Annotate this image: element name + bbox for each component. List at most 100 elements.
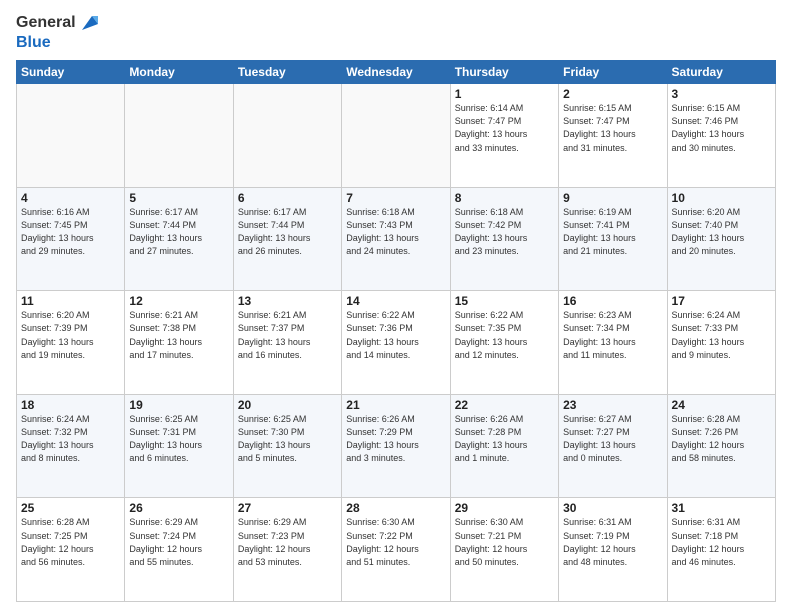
calendar-week-2: 4Sunrise: 6:16 AM Sunset: 7:45 PM Daylig…	[17, 187, 776, 291]
day-number: 22	[455, 398, 554, 412]
calendar-header-monday: Monday	[125, 61, 233, 84]
day-number: 14	[346, 294, 445, 308]
calendar-cell: 29Sunrise: 6:30 AM Sunset: 7:21 PM Dayli…	[450, 498, 558, 602]
day-info: Sunrise: 6:26 AM Sunset: 7:28 PM Dayligh…	[455, 413, 554, 465]
day-info: Sunrise: 6:22 AM Sunset: 7:35 PM Dayligh…	[455, 309, 554, 361]
day-number: 26	[129, 501, 228, 515]
calendar-header-sunday: Sunday	[17, 61, 125, 84]
day-number: 20	[238, 398, 337, 412]
logo-text: General Blue	[16, 12, 100, 52]
day-info: Sunrise: 6:25 AM Sunset: 7:30 PM Dayligh…	[238, 413, 337, 465]
calendar-cell: 26Sunrise: 6:29 AM Sunset: 7:24 PM Dayli…	[125, 498, 233, 602]
day-info: Sunrise: 6:29 AM Sunset: 7:24 PM Dayligh…	[129, 516, 228, 568]
calendar-cell	[233, 84, 341, 188]
day-number: 17	[672, 294, 771, 308]
calendar-header-wednesday: Wednesday	[342, 61, 450, 84]
calendar-cell: 2Sunrise: 6:15 AM Sunset: 7:47 PM Daylig…	[559, 84, 667, 188]
day-number: 27	[238, 501, 337, 515]
day-number: 15	[455, 294, 554, 308]
calendar-cell: 10Sunrise: 6:20 AM Sunset: 7:40 PM Dayli…	[667, 187, 775, 291]
calendar-cell: 27Sunrise: 6:29 AM Sunset: 7:23 PM Dayli…	[233, 498, 341, 602]
day-number: 16	[563, 294, 662, 308]
day-number: 1	[455, 87, 554, 101]
day-number: 9	[563, 191, 662, 205]
day-info: Sunrise: 6:25 AM Sunset: 7:31 PM Dayligh…	[129, 413, 228, 465]
day-info: Sunrise: 6:20 AM Sunset: 7:39 PM Dayligh…	[21, 309, 120, 361]
day-number: 10	[672, 191, 771, 205]
calendar-cell: 30Sunrise: 6:31 AM Sunset: 7:19 PM Dayli…	[559, 498, 667, 602]
day-info: Sunrise: 6:30 AM Sunset: 7:22 PM Dayligh…	[346, 516, 445, 568]
page: General Blue SundayMondayTuesdayWednesda…	[0, 0, 792, 612]
calendar-week-4: 18Sunrise: 6:24 AM Sunset: 7:32 PM Dayli…	[17, 394, 776, 498]
calendar-cell: 31Sunrise: 6:31 AM Sunset: 7:18 PM Dayli…	[667, 498, 775, 602]
calendar-cell	[342, 84, 450, 188]
logo-icon	[78, 12, 100, 34]
day-info: Sunrise: 6:29 AM Sunset: 7:23 PM Dayligh…	[238, 516, 337, 568]
day-info: Sunrise: 6:28 AM Sunset: 7:25 PM Dayligh…	[21, 516, 120, 568]
calendar-cell: 9Sunrise: 6:19 AM Sunset: 7:41 PM Daylig…	[559, 187, 667, 291]
calendar-cell: 16Sunrise: 6:23 AM Sunset: 7:34 PM Dayli…	[559, 291, 667, 395]
day-info: Sunrise: 6:24 AM Sunset: 7:32 PM Dayligh…	[21, 413, 120, 465]
calendar-cell: 1Sunrise: 6:14 AM Sunset: 7:47 PM Daylig…	[450, 84, 558, 188]
day-info: Sunrise: 6:27 AM Sunset: 7:27 PM Dayligh…	[563, 413, 662, 465]
day-info: Sunrise: 6:28 AM Sunset: 7:26 PM Dayligh…	[672, 413, 771, 465]
calendar-table: SundayMondayTuesdayWednesdayThursdayFrid…	[16, 60, 776, 602]
day-info: Sunrise: 6:31 AM Sunset: 7:19 PM Dayligh…	[563, 516, 662, 568]
calendar-cell: 28Sunrise: 6:30 AM Sunset: 7:22 PM Dayli…	[342, 498, 450, 602]
calendar-week-5: 25Sunrise: 6:28 AM Sunset: 7:25 PM Dayli…	[17, 498, 776, 602]
day-info: Sunrise: 6:21 AM Sunset: 7:38 PM Dayligh…	[129, 309, 228, 361]
calendar-week-1: 1Sunrise: 6:14 AM Sunset: 7:47 PM Daylig…	[17, 84, 776, 188]
calendar-cell: 17Sunrise: 6:24 AM Sunset: 7:33 PM Dayli…	[667, 291, 775, 395]
calendar-cell: 15Sunrise: 6:22 AM Sunset: 7:35 PM Dayli…	[450, 291, 558, 395]
calendar-cell: 3Sunrise: 6:15 AM Sunset: 7:46 PM Daylig…	[667, 84, 775, 188]
logo-general: General	[16, 14, 76, 32]
day-number: 12	[129, 294, 228, 308]
calendar-header-friday: Friday	[559, 61, 667, 84]
day-number: 6	[238, 191, 337, 205]
calendar-cell: 5Sunrise: 6:17 AM Sunset: 7:44 PM Daylig…	[125, 187, 233, 291]
day-number: 7	[346, 191, 445, 205]
calendar-header-tuesday: Tuesday	[233, 61, 341, 84]
day-info: Sunrise: 6:17 AM Sunset: 7:44 PM Dayligh…	[129, 206, 228, 258]
calendar-header-row: SundayMondayTuesdayWednesdayThursdayFrid…	[17, 61, 776, 84]
day-number: 24	[672, 398, 771, 412]
logo: General Blue	[16, 12, 100, 52]
day-info: Sunrise: 6:20 AM Sunset: 7:40 PM Dayligh…	[672, 206, 771, 258]
calendar-cell: 24Sunrise: 6:28 AM Sunset: 7:26 PM Dayli…	[667, 394, 775, 498]
day-info: Sunrise: 6:14 AM Sunset: 7:47 PM Dayligh…	[455, 102, 554, 154]
calendar-cell: 20Sunrise: 6:25 AM Sunset: 7:30 PM Dayli…	[233, 394, 341, 498]
day-info: Sunrise: 6:18 AM Sunset: 7:42 PM Dayligh…	[455, 206, 554, 258]
calendar-header-thursday: Thursday	[450, 61, 558, 84]
day-info: Sunrise: 6:24 AM Sunset: 7:33 PM Dayligh…	[672, 309, 771, 361]
day-number: 18	[21, 398, 120, 412]
day-info: Sunrise: 6:26 AM Sunset: 7:29 PM Dayligh…	[346, 413, 445, 465]
calendar-week-3: 11Sunrise: 6:20 AM Sunset: 7:39 PM Dayli…	[17, 291, 776, 395]
calendar-cell	[17, 84, 125, 188]
calendar-cell: 4Sunrise: 6:16 AM Sunset: 7:45 PM Daylig…	[17, 187, 125, 291]
calendar-cell: 23Sunrise: 6:27 AM Sunset: 7:27 PM Dayli…	[559, 394, 667, 498]
calendar-cell: 19Sunrise: 6:25 AM Sunset: 7:31 PM Dayli…	[125, 394, 233, 498]
day-info: Sunrise: 6:17 AM Sunset: 7:44 PM Dayligh…	[238, 206, 337, 258]
day-info: Sunrise: 6:16 AM Sunset: 7:45 PM Dayligh…	[21, 206, 120, 258]
day-number: 30	[563, 501, 662, 515]
day-info: Sunrise: 6:18 AM Sunset: 7:43 PM Dayligh…	[346, 206, 445, 258]
calendar-cell: 21Sunrise: 6:26 AM Sunset: 7:29 PM Dayli…	[342, 394, 450, 498]
day-info: Sunrise: 6:15 AM Sunset: 7:46 PM Dayligh…	[672, 102, 771, 154]
day-number: 2	[563, 87, 662, 101]
day-number: 11	[21, 294, 120, 308]
day-number: 5	[129, 191, 228, 205]
day-number: 28	[346, 501, 445, 515]
day-info: Sunrise: 6:19 AM Sunset: 7:41 PM Dayligh…	[563, 206, 662, 258]
day-number: 13	[238, 294, 337, 308]
calendar-cell: 6Sunrise: 6:17 AM Sunset: 7:44 PM Daylig…	[233, 187, 341, 291]
day-info: Sunrise: 6:21 AM Sunset: 7:37 PM Dayligh…	[238, 309, 337, 361]
day-info: Sunrise: 6:31 AM Sunset: 7:18 PM Dayligh…	[672, 516, 771, 568]
day-number: 25	[21, 501, 120, 515]
day-info: Sunrise: 6:23 AM Sunset: 7:34 PM Dayligh…	[563, 309, 662, 361]
calendar-cell: 14Sunrise: 6:22 AM Sunset: 7:36 PM Dayli…	[342, 291, 450, 395]
calendar-cell: 8Sunrise: 6:18 AM Sunset: 7:42 PM Daylig…	[450, 187, 558, 291]
header: General Blue	[16, 12, 776, 52]
calendar-cell: 25Sunrise: 6:28 AM Sunset: 7:25 PM Dayli…	[17, 498, 125, 602]
day-info: Sunrise: 6:15 AM Sunset: 7:47 PM Dayligh…	[563, 102, 662, 154]
day-info: Sunrise: 6:30 AM Sunset: 7:21 PM Dayligh…	[455, 516, 554, 568]
